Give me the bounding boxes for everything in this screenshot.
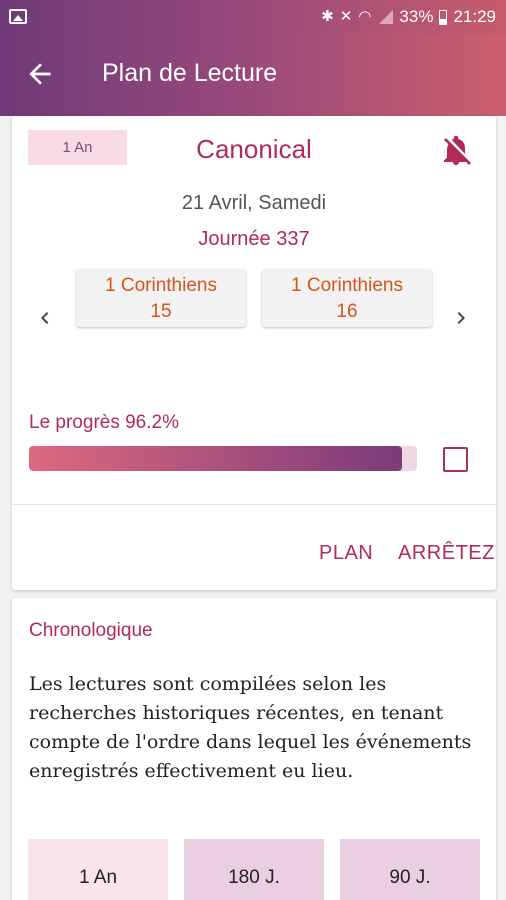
duration-option-180-days[interactable]: 180 J.: [184, 839, 324, 900]
back-arrow-icon[interactable]: [24, 58, 56, 90]
duration-option-1-year[interactable]: 1 An: [28, 839, 168, 900]
chapter-number: 15: [150, 301, 172, 322]
chapter-number: 16: [336, 301, 358, 322]
progress-label: Le progrès 96.2%: [29, 412, 179, 433]
signal-icon: [377, 10, 394, 24]
plan-name: Canonical: [196, 134, 312, 164]
page-title: Plan de Lecture: [102, 59, 278, 87]
clock: 21:29: [453, 7, 496, 26]
chronological-plan-card: Chronologique Les lectures sont compilée…: [12, 598, 496, 900]
chevron-right-icon[interactable]: [449, 306, 473, 330]
battery-percent: 33%: [399, 7, 434, 26]
status-bar: ✱ ✕ ◠ 33% 21:29: [0, 0, 506, 34]
current-plan-card: 1 An Canonical 21 Avril, Samedi Journée …: [12, 116, 496, 590]
chevron-left-icon[interactable]: [33, 306, 57, 330]
chapter-book: 1 Corinthiens: [291, 275, 403, 296]
stop-button[interactable]: ARRÊTEZ: [398, 542, 495, 565]
plan-type-title: Chronologique: [29, 620, 153, 641]
divider: [12, 504, 496, 505]
completed-checkbox[interactable]: [443, 447, 468, 472]
app-bar: Plan de Lecture: [0, 34, 506, 116]
reading-date: 21 Avril, Samedi: [181, 192, 327, 214]
wifi-icon: ◠: [358, 8, 372, 25]
notifications-off-icon[interactable]: [438, 132, 474, 168]
reading-day: Journée 337: [198, 228, 310, 250]
progress-fill: [29, 446, 403, 471]
chapter-button[interactable]: 1 Corinthiens 15: [76, 269, 246, 327]
bluetooth-icon: ✱: [321, 8, 334, 25]
plan-button[interactable]: PLAN: [319, 542, 373, 565]
mute-icon: ✕: [339, 8, 353, 25]
chapter-book: 1 Corinthiens: [105, 275, 217, 296]
progress-bar: [29, 446, 417, 471]
duration-option-90-days[interactable]: 90 J.: [340, 839, 480, 900]
plan-description: Les lectures sont compilées selon les re…: [29, 673, 472, 782]
gallery-notification-icon: [9, 9, 27, 24]
chapter-button[interactable]: 1 Corinthiens 16: [262, 269, 432, 327]
battery-icon: [439, 9, 448, 25]
